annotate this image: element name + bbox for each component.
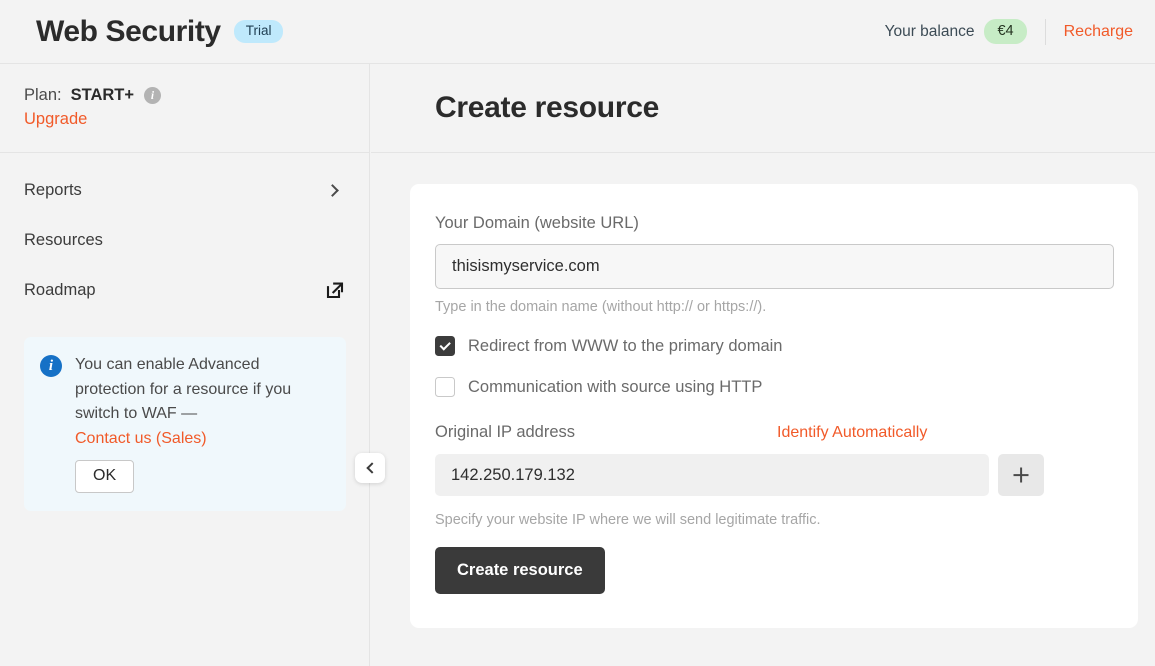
balance-label: Your balance xyxy=(885,23,975,41)
ip-address-input[interactable] xyxy=(435,454,989,496)
create-resource-card: Your Domain (website URL) Type in the do… xyxy=(410,184,1138,628)
page-title: Create resource xyxy=(435,91,659,125)
http-source-label: Communication with source using HTTP xyxy=(468,378,762,397)
external-link-icon xyxy=(325,280,345,300)
info-icon: i xyxy=(40,355,62,377)
callout-body: You can enable Advanced protection for a… xyxy=(75,353,328,493)
sidebar-collapse-button[interactable] xyxy=(355,453,385,483)
chevron-right-icon xyxy=(326,184,339,197)
http-source-checkbox-row[interactable]: Communication with source using HTTP xyxy=(435,377,1113,397)
redirect-www-checkbox-row[interactable]: Redirect from WWW to the primary domain xyxy=(435,336,1113,356)
app-root: Web Security Trial Your balance €4 Recha… xyxy=(0,0,1155,666)
header-right-group: Your balance €4 Recharge xyxy=(885,19,1133,45)
identify-automatically-link[interactable]: Identify Automatically xyxy=(777,424,927,442)
add-ip-button[interactable] xyxy=(998,454,1044,496)
http-source-checkbox[interactable] xyxy=(435,377,455,397)
chevron-left-icon xyxy=(366,462,377,473)
domain-input[interactable] xyxy=(435,244,1114,289)
brand-group: Web Security Trial xyxy=(36,15,283,49)
sidebar-item-resources[interactable]: Resources xyxy=(0,215,369,265)
balance-amount-badge: €4 xyxy=(984,19,1026,45)
trial-badge: Trial xyxy=(234,20,284,43)
domain-label: Your Domain (website URL) xyxy=(435,214,1113,233)
sidebar-item-label: Roadmap xyxy=(24,281,96,300)
create-resource-button[interactable]: Create resource xyxy=(435,547,605,594)
plan-info-icon[interactable]: i xyxy=(144,87,161,104)
checkmark-icon xyxy=(440,339,451,350)
plan-value: START+ xyxy=(71,86,134,105)
sidebar-nav: Reports Resources Roadmap xyxy=(0,153,369,315)
balance-group: Your balance €4 xyxy=(885,19,1045,45)
plan-label: Plan: xyxy=(24,86,62,105)
app-title: Web Security xyxy=(36,15,221,49)
top-header-bar: Web Security Trial Your balance €4 Recha… xyxy=(0,0,1155,64)
upgrade-link[interactable]: Upgrade xyxy=(24,110,87,128)
plan-block: Plan: START+ i Upgrade xyxy=(0,64,369,153)
callout-text: You can enable Advanced protection for a… xyxy=(75,356,291,422)
sidebar-item-label: Resources xyxy=(24,231,103,250)
sidebar: Plan: START+ i Upgrade Reports Resources… xyxy=(0,64,370,666)
ip-header-row: Original IP address Identify Automatical… xyxy=(435,423,1113,442)
recharge-link[interactable]: Recharge xyxy=(1046,23,1133,41)
advanced-protection-callout: i You can enable Advanced protection for… xyxy=(24,337,346,511)
redirect-www-checkbox[interactable] xyxy=(435,336,455,356)
domain-helper-text: Type in the domain name (without http://… xyxy=(435,299,1113,315)
contact-sales-link[interactable]: Contact us (Sales) xyxy=(75,427,328,452)
ip-label: Original IP address xyxy=(435,423,575,442)
callout-ok-button[interactable]: OK xyxy=(75,460,134,493)
sidebar-item-roadmap[interactable]: Roadmap xyxy=(0,265,369,315)
sidebar-item-reports[interactable]: Reports xyxy=(0,165,369,215)
main-content: Create resource Your Domain (website URL… xyxy=(371,64,1155,666)
plan-row: Plan: START+ i xyxy=(24,86,345,105)
sidebar-item-label: Reports xyxy=(24,181,82,200)
create-resource-form: Your Domain (website URL) Type in the do… xyxy=(410,184,1138,594)
redirect-www-label: Redirect from WWW to the primary domain xyxy=(468,337,782,356)
main-header: Create resource xyxy=(371,64,1155,153)
ip-helper-text: Specify your website IP where we will se… xyxy=(435,512,1113,528)
ip-input-row xyxy=(435,454,1113,496)
